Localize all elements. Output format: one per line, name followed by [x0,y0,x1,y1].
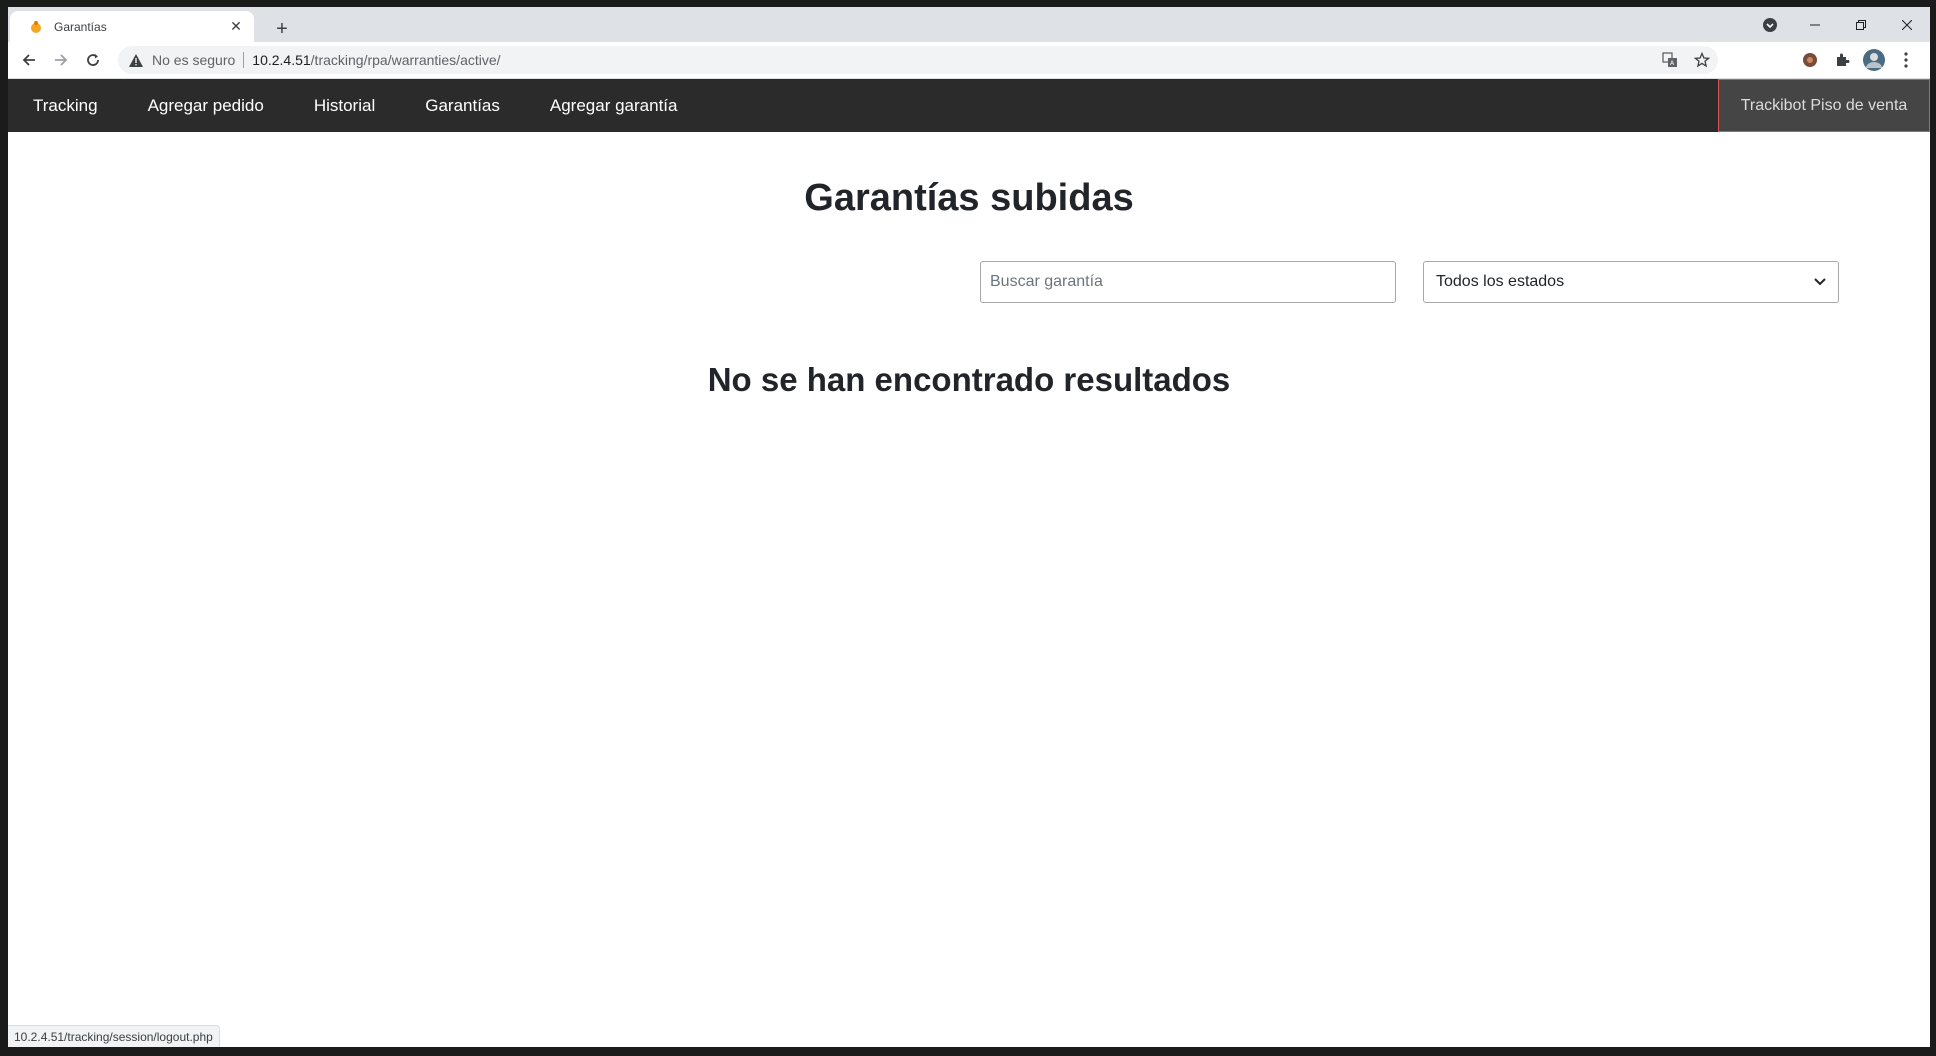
close-window-icon[interactable] [1884,7,1930,42]
user-menu-button[interactable]: Trackibot Piso de venta [1718,79,1930,132]
omnibox-separator [243,52,245,68]
site-navbar: Tracking Agregar pedido Historial Garant… [8,79,1930,132]
translate-icon[interactable]: A [1654,46,1686,74]
state-filter-value: Todos los estados [1436,273,1565,290]
address-bar[interactable]: No es seguro 10.2.4.51/tracking/rpa/warr… [118,46,1718,74]
extension-icon[interactable] [1794,46,1826,74]
avatar-icon[interactable] [1858,46,1890,74]
tab-search-icon[interactable] [1748,7,1792,42]
new-tab-icon[interactable]: + [268,15,296,43]
puzzle-icon[interactable] [1826,46,1858,74]
url-host: 10.2.4.51 [252,52,311,68]
security-label: No es seguro [152,52,236,68]
reload-icon[interactable] [78,45,108,75]
nav-item-agregar-garantia[interactable]: Agregar garantía [550,96,678,116]
state-filter-select[interactable]: Todos los estados [1423,261,1839,303]
restore-icon[interactable] [1838,7,1884,42]
nav-item-historial[interactable]: Historial [314,96,375,116]
extensions-area [1794,46,1922,74]
url-text: 10.2.4.51/tracking/rpa/warranties/active… [252,52,500,68]
nav-item-tracking[interactable]: Tracking [33,96,98,116]
close-tab-icon[interactable]: ✕ [226,17,246,37]
browser-window: Garantías ✕ + No es seguro 10.2.4.51/tra… [8,7,1930,1047]
bookmark-star-icon[interactable] [1686,46,1718,74]
status-bar: 10.2.4.51/tracking/session/logout.php [8,1025,220,1047]
tab-title: Garantías [54,19,107,34]
window-controls [1748,7,1930,42]
page-title: Garantías subidas [804,177,1134,219]
nav-item-agregar-pedido[interactable]: Agregar pedido [148,96,264,116]
forward-icon[interactable] [46,45,76,75]
menu-dots-icon[interactable] [1890,46,1922,74]
favicon-icon [28,19,44,35]
url-path: /tracking/rpa/warranties/active/ [310,52,501,68]
tab-strip: Garantías ✕ + [8,7,1930,42]
empty-results-message: No se han encontrado resultados [707,361,1231,398]
browser-tab[interactable]: Garantías ✕ [10,11,254,42]
search-input[interactable] [980,261,1396,303]
nav-item-garantias[interactable]: Garantías [425,96,500,116]
minimize-icon[interactable] [1792,7,1838,42]
browser-toolbar: No es seguro 10.2.4.51/tracking/rpa/warr… [8,42,1930,79]
omnibox-actions: A [1654,46,1718,74]
back-icon[interactable] [14,45,44,75]
chevron-down-icon [1814,276,1826,288]
warning-icon[interactable] [128,52,144,68]
